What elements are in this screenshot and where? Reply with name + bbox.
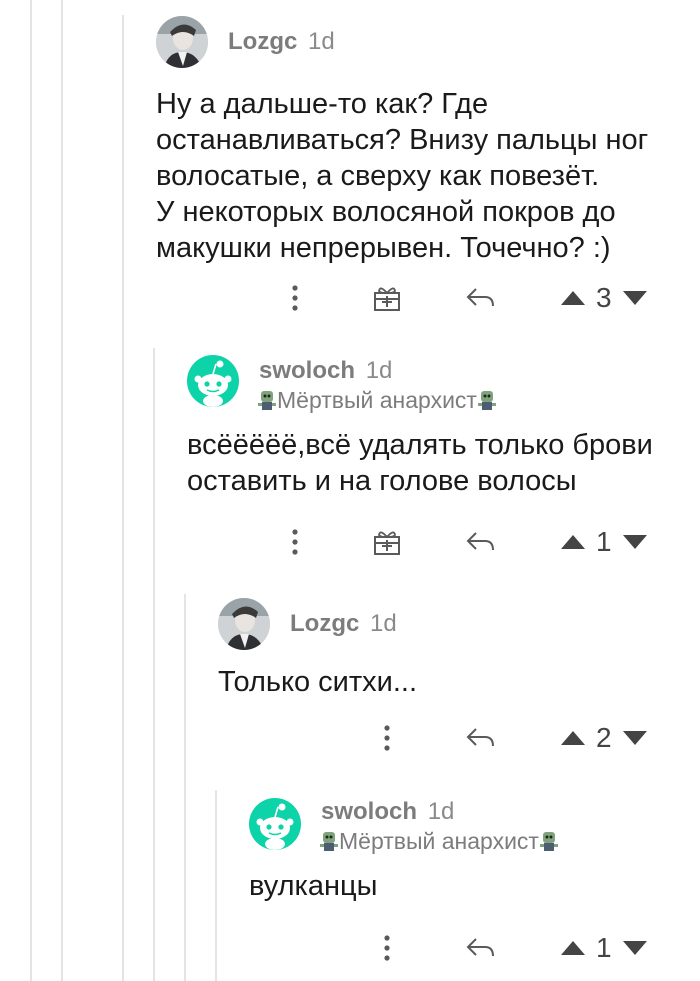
- gift-award-icon: [374, 287, 400, 311]
- more-options-button[interactable]: [270, 522, 320, 562]
- downvote-arrow-icon[interactable]: [622, 730, 648, 746]
- upvote-arrow-icon[interactable]: [560, 730, 586, 746]
- comment: Lozgc 1d Только ситхи...: [218, 598, 688, 700]
- reply-arrow-icon: [466, 938, 494, 957]
- vote-count: 3: [596, 282, 612, 313]
- thread-line-level-5[interactable]: [184, 594, 186, 981]
- comment-header: swoloch 1d Мёртвый анархист: [187, 355, 687, 413]
- author-line: Lozgc 1d: [290, 610, 397, 638]
- username[interactable]: Lozgc: [290, 610, 359, 637]
- snoo-avatar-icon: [194, 360, 232, 407]
- vote-count: 1: [596, 932, 612, 963]
- timestamp: 1d: [308, 28, 335, 55]
- comment-body: Ну а дальше-то как? Где останавливаться?…: [156, 88, 649, 264]
- comment: swoloch 1d Мёртвый анархист вулканцы: [249, 798, 689, 904]
- award-button[interactable]: [362, 278, 412, 318]
- comment: Lozgc 1d Ну а дальше-то как? Где останав…: [156, 16, 686, 266]
- flair-text: Мёртвый анархист: [339, 828, 539, 854]
- vote-controls: 3: [560, 278, 648, 318]
- comment-actions: 3: [270, 278, 670, 318]
- reply-button[interactable]: [456, 278, 506, 318]
- reply-arrow-icon: [466, 532, 494, 551]
- avatar-image: [156, 16, 208, 68]
- timestamp: 1d: [370, 610, 397, 637]
- snoo-avatar-icon: [256, 803, 294, 850]
- reply-arrow-icon: [466, 728, 494, 747]
- reply-button[interactable]: [456, 522, 506, 562]
- more-options-button[interactable]: [362, 928, 412, 968]
- vote-controls: 1: [560, 522, 648, 562]
- flair-text: Мёртвый анархист: [277, 387, 477, 413]
- more-options-icon: [384, 725, 390, 751]
- vote-count: 1: [596, 526, 612, 557]
- more-options-button[interactable]: [362, 718, 412, 758]
- comment-header: swoloch 1d Мёртвый анархист: [249, 798, 689, 854]
- more-options-icon: [292, 529, 298, 555]
- award-button[interactable]: [362, 522, 412, 562]
- gift-award-icon: [374, 531, 400, 555]
- avatar[interactable]: [218, 598, 270, 650]
- zombie-emoji-icon: [477, 390, 497, 418]
- comment-actions: 1: [362, 928, 670, 968]
- comment-body: всёёёёё,всё удалять только брови оставит…: [187, 429, 653, 497]
- username[interactable]: swoloch: [321, 798, 417, 825]
- comment-body: вулканцы: [249, 870, 378, 902]
- user-flair: Мёртвый анархист: [319, 828, 559, 859]
- thread-line-level-4[interactable]: [153, 348, 155, 981]
- downvote-arrow-icon[interactable]: [622, 940, 648, 956]
- comment: swoloch 1d Мёртвый анархист всёёёёё,всё …: [187, 355, 687, 499]
- upvote-arrow-icon[interactable]: [560, 290, 586, 306]
- reply-arrow-icon: [466, 288, 494, 307]
- user-flair: Мёртвый анархист: [257, 387, 497, 418]
- comment-header: Lozgc 1d: [218, 598, 688, 654]
- more-options-button[interactable]: [270, 278, 320, 318]
- more-options-icon: [292, 285, 298, 311]
- comment-actions: 1: [270, 522, 670, 562]
- downvote-arrow-icon[interactable]: [622, 534, 648, 550]
- avatar-image: [218, 598, 270, 650]
- username[interactable]: swoloch: [259, 357, 355, 384]
- author-line: swoloch 1d: [259, 357, 392, 385]
- comment-actions: 2: [362, 718, 670, 758]
- zombie-emoji-icon: [257, 390, 277, 418]
- reply-button[interactable]: [456, 928, 506, 968]
- zombie-emoji-icon: [319, 831, 339, 859]
- vote-controls: 1: [560, 928, 648, 968]
- avatar[interactable]: [156, 16, 208, 68]
- avatar[interactable]: [249, 798, 301, 850]
- thread-line-level-3[interactable]: [122, 15, 124, 981]
- username[interactable]: Lozgc: [228, 28, 297, 55]
- comment-body: Только ситхи...: [218, 666, 418, 698]
- upvote-arrow-icon[interactable]: [560, 534, 586, 550]
- vote-controls: 2: [560, 718, 648, 758]
- thread-line-level-2[interactable]: [61, 0, 63, 981]
- more-options-icon: [384, 935, 390, 961]
- timestamp: 1d: [427, 798, 455, 825]
- zombie-emoji-icon: [539, 831, 559, 859]
- comment-header: Lozgc 1d: [156, 16, 686, 72]
- thread-line-level-1[interactable]: [30, 0, 32, 981]
- reply-button[interactable]: [456, 718, 506, 758]
- upvote-arrow-icon[interactable]: [560, 940, 586, 956]
- avatar[interactable]: [187, 355, 239, 407]
- vote-count: 2: [596, 722, 612, 753]
- timestamp: 1d: [365, 357, 393, 384]
- downvote-arrow-icon[interactable]: [622, 290, 648, 306]
- author-line: Lozgc 1d: [228, 28, 335, 56]
- thread-line-level-6[interactable]: [215, 790, 217, 981]
- author-line: swoloch 1d: [321, 798, 454, 826]
